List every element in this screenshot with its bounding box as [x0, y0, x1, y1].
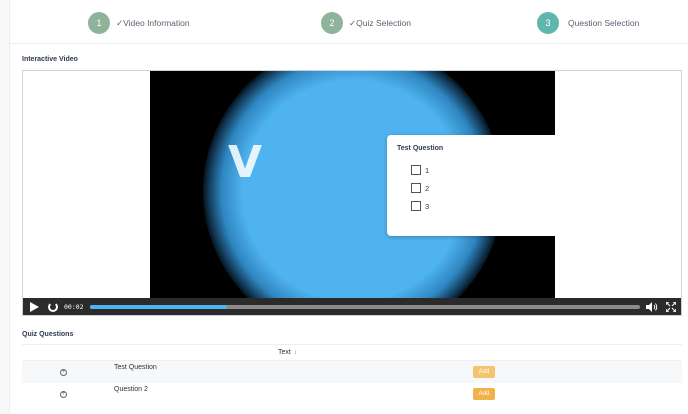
answer-label: 3 [425, 201, 430, 211]
checkbox[interactable] [411, 201, 421, 211]
step-quiz-selection[interactable]: 2 ✓Quiz Selection [321, 12, 411, 34]
section-title-quiz-questions: Quiz Questions [22, 331, 74, 338]
progress-bar[interactable] [89, 304, 640, 309]
expand-icon[interactable]: + [60, 390, 67, 398]
popup-title: Test Question [397, 145, 444, 152]
table-row: + Question 2 Add [22, 383, 682, 405]
watermark-left: V [228, 137, 265, 188]
checkbox[interactable] [411, 165, 421, 175]
quiz-popup: X Test Question 1 2 3 [387, 135, 555, 236]
left-rail [0, 0, 10, 414]
volume-icon[interactable] [645, 301, 658, 312]
quiz-questions-table: Text ↕ + Test Question Add + Question 2 … [22, 344, 682, 405]
column-header-text[interactable]: Text [278, 349, 291, 356]
fullscreen-icon[interactable] [665, 301, 676, 312]
answer-option[interactable]: 2 [411, 183, 429, 193]
step-label: ✓Quiz Selection [349, 17, 411, 28]
table-row: + Test Question Add [22, 361, 682, 383]
video-controls: 00:02 [23, 298, 681, 315]
answer-option[interactable]: 1 [411, 165, 429, 175]
step-label: ✓Video Information [116, 17, 190, 28]
table-header: Text ↕ [22, 344, 682, 361]
step-number: 1 [88, 12, 110, 34]
checkbox[interactable] [411, 183, 421, 193]
section-title-interactive-video: Interactive Video [22, 56, 78, 63]
step-number: 3 [537, 12, 559, 34]
video-player: V X X Test Question 1 2 3 00:02 [22, 70, 682, 316]
stepper: 1 ✓Video Information 2 ✓Quiz Selection 3… [10, 0, 688, 44]
question-text: Test Question [114, 364, 157, 371]
progress-fill [89, 304, 228, 309]
step-question-selection[interactable]: 3 Question Selection [537, 12, 639, 34]
video-screen[interactable]: V X X Test Question 1 2 3 [150, 71, 555, 299]
step-label: Question Selection [568, 18, 640, 28]
add-button[interactable]: Add [473, 388, 495, 400]
answer-label: 1 [425, 165, 430, 175]
step-video-information[interactable]: 1 ✓Video Information [88, 12, 190, 34]
add-button[interactable]: Add [473, 366, 495, 378]
answer-label: 2 [425, 183, 430, 193]
replay-icon[interactable] [48, 301, 58, 312]
step-number: 2 [321, 12, 343, 34]
current-time: 00:02 [64, 302, 84, 311]
answer-option[interactable]: 3 [411, 201, 429, 211]
question-text: Question 2 [114, 386, 148, 393]
sort-icon[interactable]: ↕ [294, 350, 297, 356]
expand-icon[interactable]: + [60, 368, 67, 376]
play-icon[interactable] [30, 301, 39, 312]
